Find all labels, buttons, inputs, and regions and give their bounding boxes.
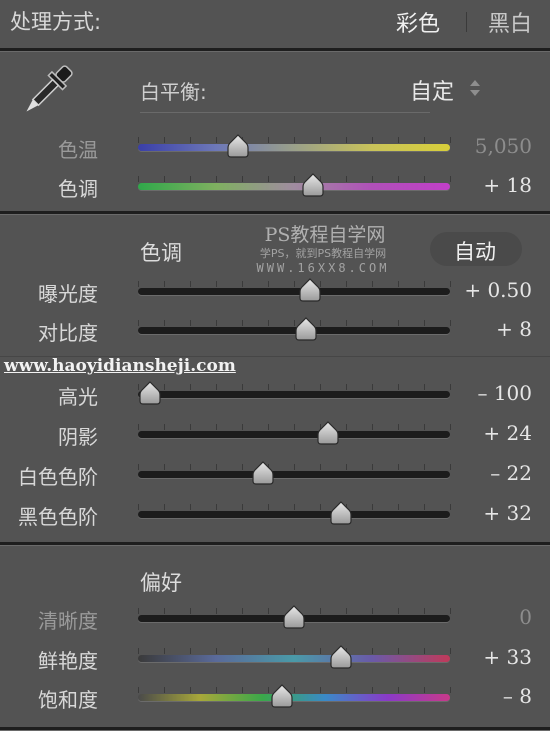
blacks-slider-track[interactable] xyxy=(138,511,450,518)
white-balance-select[interactable]: 自定 xyxy=(410,74,454,106)
auto-button[interactable]: 自动 xyxy=(430,232,522,266)
highlights-label: 高光 xyxy=(58,385,98,409)
tint-value[interactable]: + 18 xyxy=(442,173,532,197)
vibrance-value[interactable]: + 33 xyxy=(442,645,532,669)
whites-slider-track[interactable] xyxy=(138,471,450,478)
highlights-slider-track[interactable] xyxy=(138,391,450,398)
saturation-slider-track[interactable] xyxy=(138,694,450,701)
ps-watermark-title: PS教程自学网 xyxy=(264,224,386,246)
highlights-value[interactable]: – 100 xyxy=(442,381,532,405)
auto-label: 自动 xyxy=(454,240,496,264)
exposure-slider-track[interactable] xyxy=(138,288,450,295)
blacks-ticks xyxy=(138,504,451,510)
whites-ticks xyxy=(138,464,451,470)
temp-ticks xyxy=(138,137,451,143)
ps-watermark-url: WWW.16XX8.COM xyxy=(256,261,390,275)
tint-slider-track[interactable] xyxy=(138,183,450,190)
highlights-ticks xyxy=(138,384,451,390)
vibrance-label: 鲜艳度 xyxy=(38,649,98,673)
blacks-value[interactable]: + 32 xyxy=(442,501,532,525)
ps-watermark-sub: 学PS，就到PS教程自学网 xyxy=(259,247,387,260)
temp-label: 色温 xyxy=(58,138,98,162)
shadows-value[interactable]: + 24 xyxy=(442,421,532,445)
whites-label: 白色色阶 xyxy=(18,465,98,489)
temp-slider-track[interactable] xyxy=(138,144,450,151)
exposure-ticks xyxy=(138,281,451,287)
saturation-value[interactable]: – 8 xyxy=(442,684,532,708)
tint-label: 色调 xyxy=(58,177,98,201)
basic-panel: 处理方式: 彩色 黑白 白平衡: 自定 色温 5,050 色调 + 18 色调 自动 … xyxy=(0,0,550,731)
temp-value[interactable]: 5,050 xyxy=(442,134,532,158)
presence-title: 偏好 xyxy=(140,571,182,595)
divider-wb xyxy=(0,211,550,215)
divider-top xyxy=(0,48,550,52)
contrast-label: 对比度 xyxy=(38,321,98,345)
updown-arrows-icon[interactable] xyxy=(468,78,482,98)
vibrance-slider-track[interactable] xyxy=(138,655,450,662)
blacks-label: 黑色色阶 xyxy=(18,505,98,529)
site-watermark: www.haoyidiansheji.com xyxy=(4,356,236,376)
contrast-value[interactable]: + 8 xyxy=(442,317,532,341)
shadows-label: 阴影 xyxy=(58,425,98,449)
shadows-slider-track[interactable] xyxy=(138,431,450,438)
clarity-label: 清晰度 xyxy=(38,609,98,633)
clarity-value[interactable]: 0 xyxy=(442,605,532,629)
divider-tone xyxy=(0,542,550,546)
white-balance-label: 白平衡: xyxy=(140,80,207,104)
eyedropper-icon[interactable] xyxy=(14,58,80,124)
exposure-label: 曝光度 xyxy=(38,282,98,306)
vibrance-ticks xyxy=(138,648,451,654)
contrast-ticks xyxy=(138,320,451,326)
color-option[interactable]: 彩色 xyxy=(396,6,440,38)
tone-title: 色调 xyxy=(140,241,182,265)
whites-value[interactable]: – 22 xyxy=(442,461,532,485)
bw-option[interactable]: 黑白 xyxy=(488,6,532,38)
saturation-ticks xyxy=(138,687,451,693)
option-separator xyxy=(466,12,467,32)
contrast-slider-track[interactable] xyxy=(138,327,450,334)
tint-ticks xyxy=(138,176,451,182)
exposure-value[interactable]: + 0.50 xyxy=(442,278,532,302)
treatment-label: 处理方式: xyxy=(10,10,102,34)
saturation-label: 饱和度 xyxy=(38,688,98,712)
divider-bottom xyxy=(0,727,550,731)
wb-underline xyxy=(140,112,430,113)
shadows-ticks xyxy=(138,424,451,430)
